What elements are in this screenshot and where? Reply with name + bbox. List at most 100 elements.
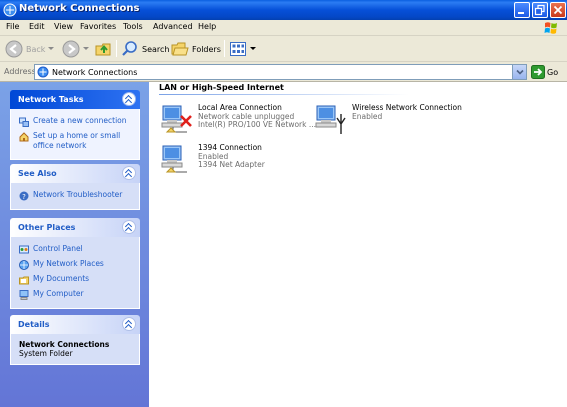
chevron-down-icon [516,69,524,75]
toolbar-separator [116,40,117,57]
window-title: Network Connections [19,3,140,14]
connection-local-area[interactable]: Local Area Connection Network cable unpl… [159,103,316,138]
connection-text: 1394 Connection Enabled 1394 Net Adapter [198,143,265,170]
dropdown-arrow-icon [48,47,55,50]
menu-bar: File Edit View Favorites Tools Advanced … [0,20,567,36]
my-computer-icon [19,290,29,300]
search-button[interactable]: Search [121,39,169,59]
close-button[interactable] [550,2,566,18]
control-panel-icon [19,245,29,254]
help-icon: ? [19,191,29,201]
forward-button[interactable] [62,39,89,59]
address-dropdown-button[interactable] [512,65,526,79]
lan-connection-icon [161,105,192,133]
windows-logo-icon [544,22,557,34]
address-label: Address [4,67,36,76]
menu-tools[interactable]: Tools [123,22,143,31]
content-area: LAN or High-Speed Internet Local Area Co… [149,82,567,407]
menu-advanced[interactable]: Advanced [153,22,193,31]
see-also-panel: See Also ? Network Troubleshooter [10,164,140,210]
minimize-icon [518,12,524,14]
search-label: Search [142,44,170,54]
folders-button[interactable]: Folders [171,39,221,59]
group-divider [159,94,409,95]
folders-icon [171,42,189,56]
task-setup-home-network[interactable]: Set up a home or small office network [11,129,139,153]
details-panel: Details Network Connections System Folde… [10,315,140,365]
views-button[interactable] [229,39,256,59]
see-also-body: ? Network Troubleshooter [10,183,140,210]
task-label: Create a new connection [33,116,127,125]
group-title: LAN or High-Speed Internet [159,83,284,92]
connection-device: 1394 Net Adapter [198,160,265,169]
menu-view[interactable]: View [54,22,73,31]
back-button[interactable]: Back [5,39,55,59]
network-connections-icon [3,3,17,17]
go-arrow-icon [531,65,545,79]
address-value: Network Connections [52,68,138,77]
task-label: My Network Places [33,259,104,268]
place-my-network-places[interactable]: My Network Places [11,257,139,272]
go-label: Go [547,67,559,77]
go-button[interactable]: Go [531,65,558,79]
network-connections-icon [37,66,49,78]
connection-wireless[interactable]: Wireless Network Connection Enabled [313,103,463,138]
search-icon [122,41,137,56]
maximize-button[interactable] [532,2,548,18]
place-control-panel[interactable]: Control Panel [11,242,139,257]
connection-text: Local Area Connection Network cable unpl… [198,103,317,130]
details-name: Network Connections [19,340,110,349]
close-icon [553,5,563,15]
menu-file[interactable]: File [6,22,19,31]
network-tasks-title: Network Tasks [18,95,84,104]
dropdown-arrow-icon [250,47,256,50]
menu-help[interactable]: Help [198,22,216,31]
collapse-chevron-icon[interactable] [122,220,136,234]
connection-status: Enabled [352,111,383,121]
folders-label: Folders [192,44,221,54]
minimize-button[interactable] [514,2,530,18]
other-places-panel: Other Places Control Panel My Network Pl… [10,218,140,309]
see-also-header[interactable]: See Also [10,164,140,183]
collapse-chevron-icon[interactable] [122,92,136,106]
task-label: Network Troubleshooter [33,190,123,199]
network-tasks-header[interactable]: Network Tasks [10,90,140,109]
network-tasks-body: Create a new connection Set up a home or… [10,109,140,160]
collapse-chevron-icon[interactable] [122,317,136,331]
place-my-documents[interactable]: My Documents [11,272,139,287]
network-places-icon [19,260,29,270]
connection-device: Intel(R) PRO/100 VE Network ... [198,120,317,129]
menu-edit[interactable]: Edit [29,22,45,31]
my-documents-icon [19,276,29,285]
details-header[interactable]: Details [10,315,140,334]
restore-icon [534,4,545,16]
see-also-title: See Also [18,169,57,178]
other-places-body: Control Panel My Network Places My Docum… [10,237,140,309]
collapse-chevron-icon[interactable] [122,166,136,180]
task-create-new-connection[interactable]: Create a new connection [11,114,139,129]
address-bar: Address Network Connections Go [0,62,567,82]
place-my-computer[interactable]: My Computer [11,287,139,302]
up-folder-button[interactable] [95,39,113,59]
menu-favorites[interactable]: Favorites [80,22,116,31]
details-title: Details [18,320,50,329]
connection-text: Wireless Network Connection Enabled [352,103,462,121]
connection-1394[interactable]: 1394 Connection Enabled 1394 Net Adapter [159,143,309,178]
task-label: My Computer [33,289,84,298]
network-tasks-panel: Network Tasks Create a new connection Se… [10,90,140,160]
toolbar: Back Search Folders [0,36,567,62]
address-input[interactable]: Network Connections [34,64,527,80]
title-bar: Network Connections [0,0,567,20]
toolbar-separator [224,40,225,57]
wireless-connection-icon [315,105,346,134]
task-network-troubleshooter[interactable]: ? Network Troubleshooter [11,188,139,203]
views-icon [230,42,246,56]
back-label: Back [26,44,46,54]
svg-text:?: ? [22,193,26,201]
new-connection-icon [19,117,29,127]
other-places-header[interactable]: Other Places [10,218,140,237]
other-places-title: Other Places [18,223,76,232]
up-folder-icon [95,43,111,56]
back-arrow-icon [5,40,23,58]
home-network-icon [19,132,29,142]
